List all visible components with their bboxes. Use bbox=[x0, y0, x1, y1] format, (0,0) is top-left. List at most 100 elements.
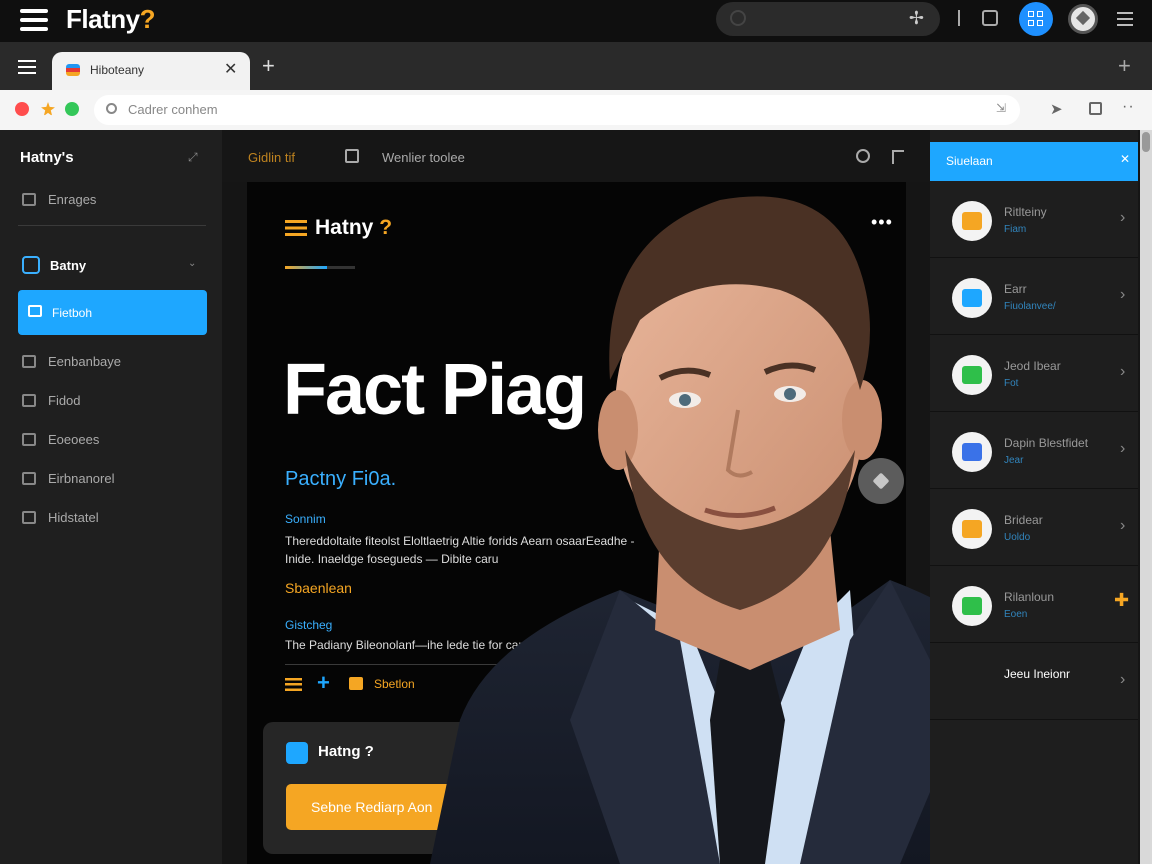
item-subtitle: Fiuolanvee/ bbox=[1004, 301, 1056, 312]
window-close-dot[interactable] bbox=[15, 102, 29, 116]
icon-fill bbox=[962, 443, 982, 461]
expand-icon[interactable]: ⤢ bbox=[188, 150, 198, 165]
scrollbar[interactable] bbox=[1140, 130, 1152, 864]
search-icon bbox=[730, 10, 746, 26]
pin-icon[interactable]: ✢ bbox=[909, 8, 924, 29]
item-title: Ritlteiny bbox=[1004, 205, 1047, 219]
item-subtitle: Fot bbox=[1004, 378, 1019, 389]
card-brand: Hatny ? bbox=[285, 216, 392, 240]
left-sidebar: Hatny's ⤢ Enrages Batny ⌄ Fietboh Eenban… bbox=[0, 130, 222, 864]
browser-tab-active[interactable]: Hiboteany ✕ bbox=[52, 52, 250, 90]
item-title: Dapin Blestfidet bbox=[1004, 436, 1089, 450]
sidebar-item-4[interactable]: Eoeoees bbox=[22, 432, 99, 447]
document-icon bbox=[952, 432, 992, 472]
chevron-right-icon[interactable]: › bbox=[1120, 286, 1125, 304]
right-panel-header: Siuelaan ✕ bbox=[930, 142, 1138, 181]
item-subtitle: Uoldo bbox=[1004, 532, 1031, 543]
chevron-right-icon[interactable]: › bbox=[1120, 671, 1125, 689]
tab-close-icon[interactable]: ✕ bbox=[224, 59, 237, 79]
star-icon[interactable] bbox=[41, 102, 55, 116]
folder-icon bbox=[22, 256, 40, 274]
sidebar-item-active[interactable]: Fietboh bbox=[18, 290, 207, 335]
item-title: Jeeu Ineionr bbox=[1004, 667, 1071, 681]
tab-title: Hiboteany bbox=[90, 63, 145, 77]
chevron-right-icon[interactable]: › bbox=[1120, 363, 1125, 381]
window-icon[interactable] bbox=[1089, 102, 1102, 115]
sidebar-item-2[interactable]: Eenbanbaye bbox=[22, 354, 121, 369]
item-subtitle: Fiam bbox=[1004, 224, 1027, 235]
right-panel-item[interactable]: Bridear Uoldo › bbox=[930, 489, 1138, 566]
new-tab-button[interactable]: + bbox=[262, 55, 275, 77]
app-top-bar: Flatny? ✢ bbox=[0, 0, 1152, 42]
close-icon[interactable]: ✕ bbox=[1120, 152, 1130, 166]
chevron-down-icon[interactable]: ⌄ bbox=[188, 258, 196, 269]
sidebar-divider bbox=[18, 225, 206, 226]
right-panel-item[interactable]: Jeod Ibear Fot › bbox=[930, 335, 1138, 412]
chevron-right-icon[interactable]: › bbox=[1120, 440, 1125, 458]
address-bar: Cadrer conhem ⇲ ➤ ·· bbox=[0, 90, 1152, 130]
more-dots-icon[interactable]: ·· bbox=[1122, 98, 1135, 116]
grid-icon bbox=[952, 586, 992, 626]
action-label[interactable]: Sbetlon bbox=[374, 677, 415, 691]
printer-icon bbox=[22, 511, 36, 524]
sidebar-item-label: Fietboh bbox=[52, 306, 93, 320]
comment-icon[interactable] bbox=[349, 677, 363, 690]
right-panel: Siuelaan ✕ Ritlteiny Fiam › Earr Fiuolanvee/… bbox=[930, 130, 1138, 864]
card-brand-mark: ? bbox=[379, 216, 393, 239]
item-title: Bridear bbox=[1004, 513, 1043, 527]
apps-grid-button[interactable] bbox=[1019, 2, 1053, 36]
window-maximize-dot[interactable] bbox=[65, 102, 79, 116]
chat-icon bbox=[952, 509, 992, 549]
mini-card-title: Hatng ? bbox=[318, 743, 374, 760]
monitor-icon bbox=[22, 472, 36, 485]
toolbar-label-left[interactable]: Gidlin tif bbox=[248, 150, 295, 165]
main-menu-icon[interactable] bbox=[20, 6, 50, 34]
pin-badge-icon[interactable]: ✚ bbox=[1114, 590, 1129, 611]
share-arrow-icon[interactable]: ➤ bbox=[1050, 100, 1063, 118]
icon-fill bbox=[962, 289, 982, 307]
file-icon bbox=[22, 394, 36, 407]
sidebar-item-label: Eirbnanorel bbox=[48, 471, 115, 486]
briefcase-icon bbox=[22, 433, 36, 446]
list-icon[interactable] bbox=[285, 678, 302, 691]
icon-fill bbox=[962, 212, 982, 230]
layout-icon bbox=[28, 305, 42, 317]
sidebar-item-0[interactable]: Enrages bbox=[22, 192, 96, 207]
note-icon bbox=[952, 201, 992, 241]
sidebar-item-5[interactable]: Eirbnanorel bbox=[22, 471, 115, 486]
right-panel-item[interactable]: Earr Fiuolanvee/ › bbox=[930, 258, 1138, 335]
copy-icon bbox=[22, 193, 36, 206]
chevron-right-icon[interactable]: › bbox=[1120, 517, 1125, 535]
item-subtitle: Jear bbox=[1004, 455, 1024, 466]
sidebar-item-6[interactable]: Hidstatel bbox=[22, 510, 99, 525]
right-panel-item[interactable]: Dapin Blestfidet Jear › bbox=[930, 412, 1138, 489]
sidebar-item-label: Eenbanbaye bbox=[48, 354, 122, 369]
add-icon[interactable]: + bbox=[1118, 55, 1131, 77]
add-icon[interactable]: + bbox=[317, 672, 330, 694]
right-panel-item[interactable]: Ritlteiny Fiam › bbox=[930, 181, 1138, 258]
card-brand-name: Hatny bbox=[315, 216, 374, 239]
top-search-input[interactable]: ✢ bbox=[716, 2, 940, 36]
icon-fill bbox=[962, 520, 982, 538]
screen-share-icon[interactable] bbox=[982, 10, 998, 26]
url-text: Cadrer conhem bbox=[128, 102, 218, 117]
chevron-right-icon[interactable]: › bbox=[1120, 209, 1125, 227]
url-input[interactable]: Cadrer conhem ⇲ bbox=[94, 95, 1020, 125]
extension-icon[interactable]: ⇲ bbox=[996, 101, 1006, 115]
right-panel-item[interactable]: Jeeu Ineionr › bbox=[930, 643, 1138, 720]
right-panel-title: Siuelaan bbox=[946, 154, 993, 168]
overflow-menu-icon[interactable] bbox=[1117, 12, 1133, 26]
menu-bars-icon bbox=[285, 220, 307, 236]
item-title: Earr bbox=[1004, 282, 1027, 296]
right-panel-item[interactable]: Rilanloun Eoen ✚ bbox=[930, 566, 1138, 643]
sidebar-group-header[interactable]: Batny bbox=[22, 256, 86, 274]
app-brand[interactable]: Flatny? bbox=[66, 4, 155, 35]
image-icon[interactable] bbox=[345, 149, 359, 163]
search-icon bbox=[106, 103, 117, 114]
tab-menu-icon[interactable] bbox=[18, 60, 36, 74]
user-avatar[interactable] bbox=[1068, 4, 1098, 34]
progress-underline bbox=[285, 266, 355, 269]
floating-action-button[interactable] bbox=[858, 458, 904, 504]
sidebar-item-3[interactable]: Fidod bbox=[22, 393, 81, 408]
scrollbar-thumb[interactable] bbox=[1142, 132, 1150, 152]
